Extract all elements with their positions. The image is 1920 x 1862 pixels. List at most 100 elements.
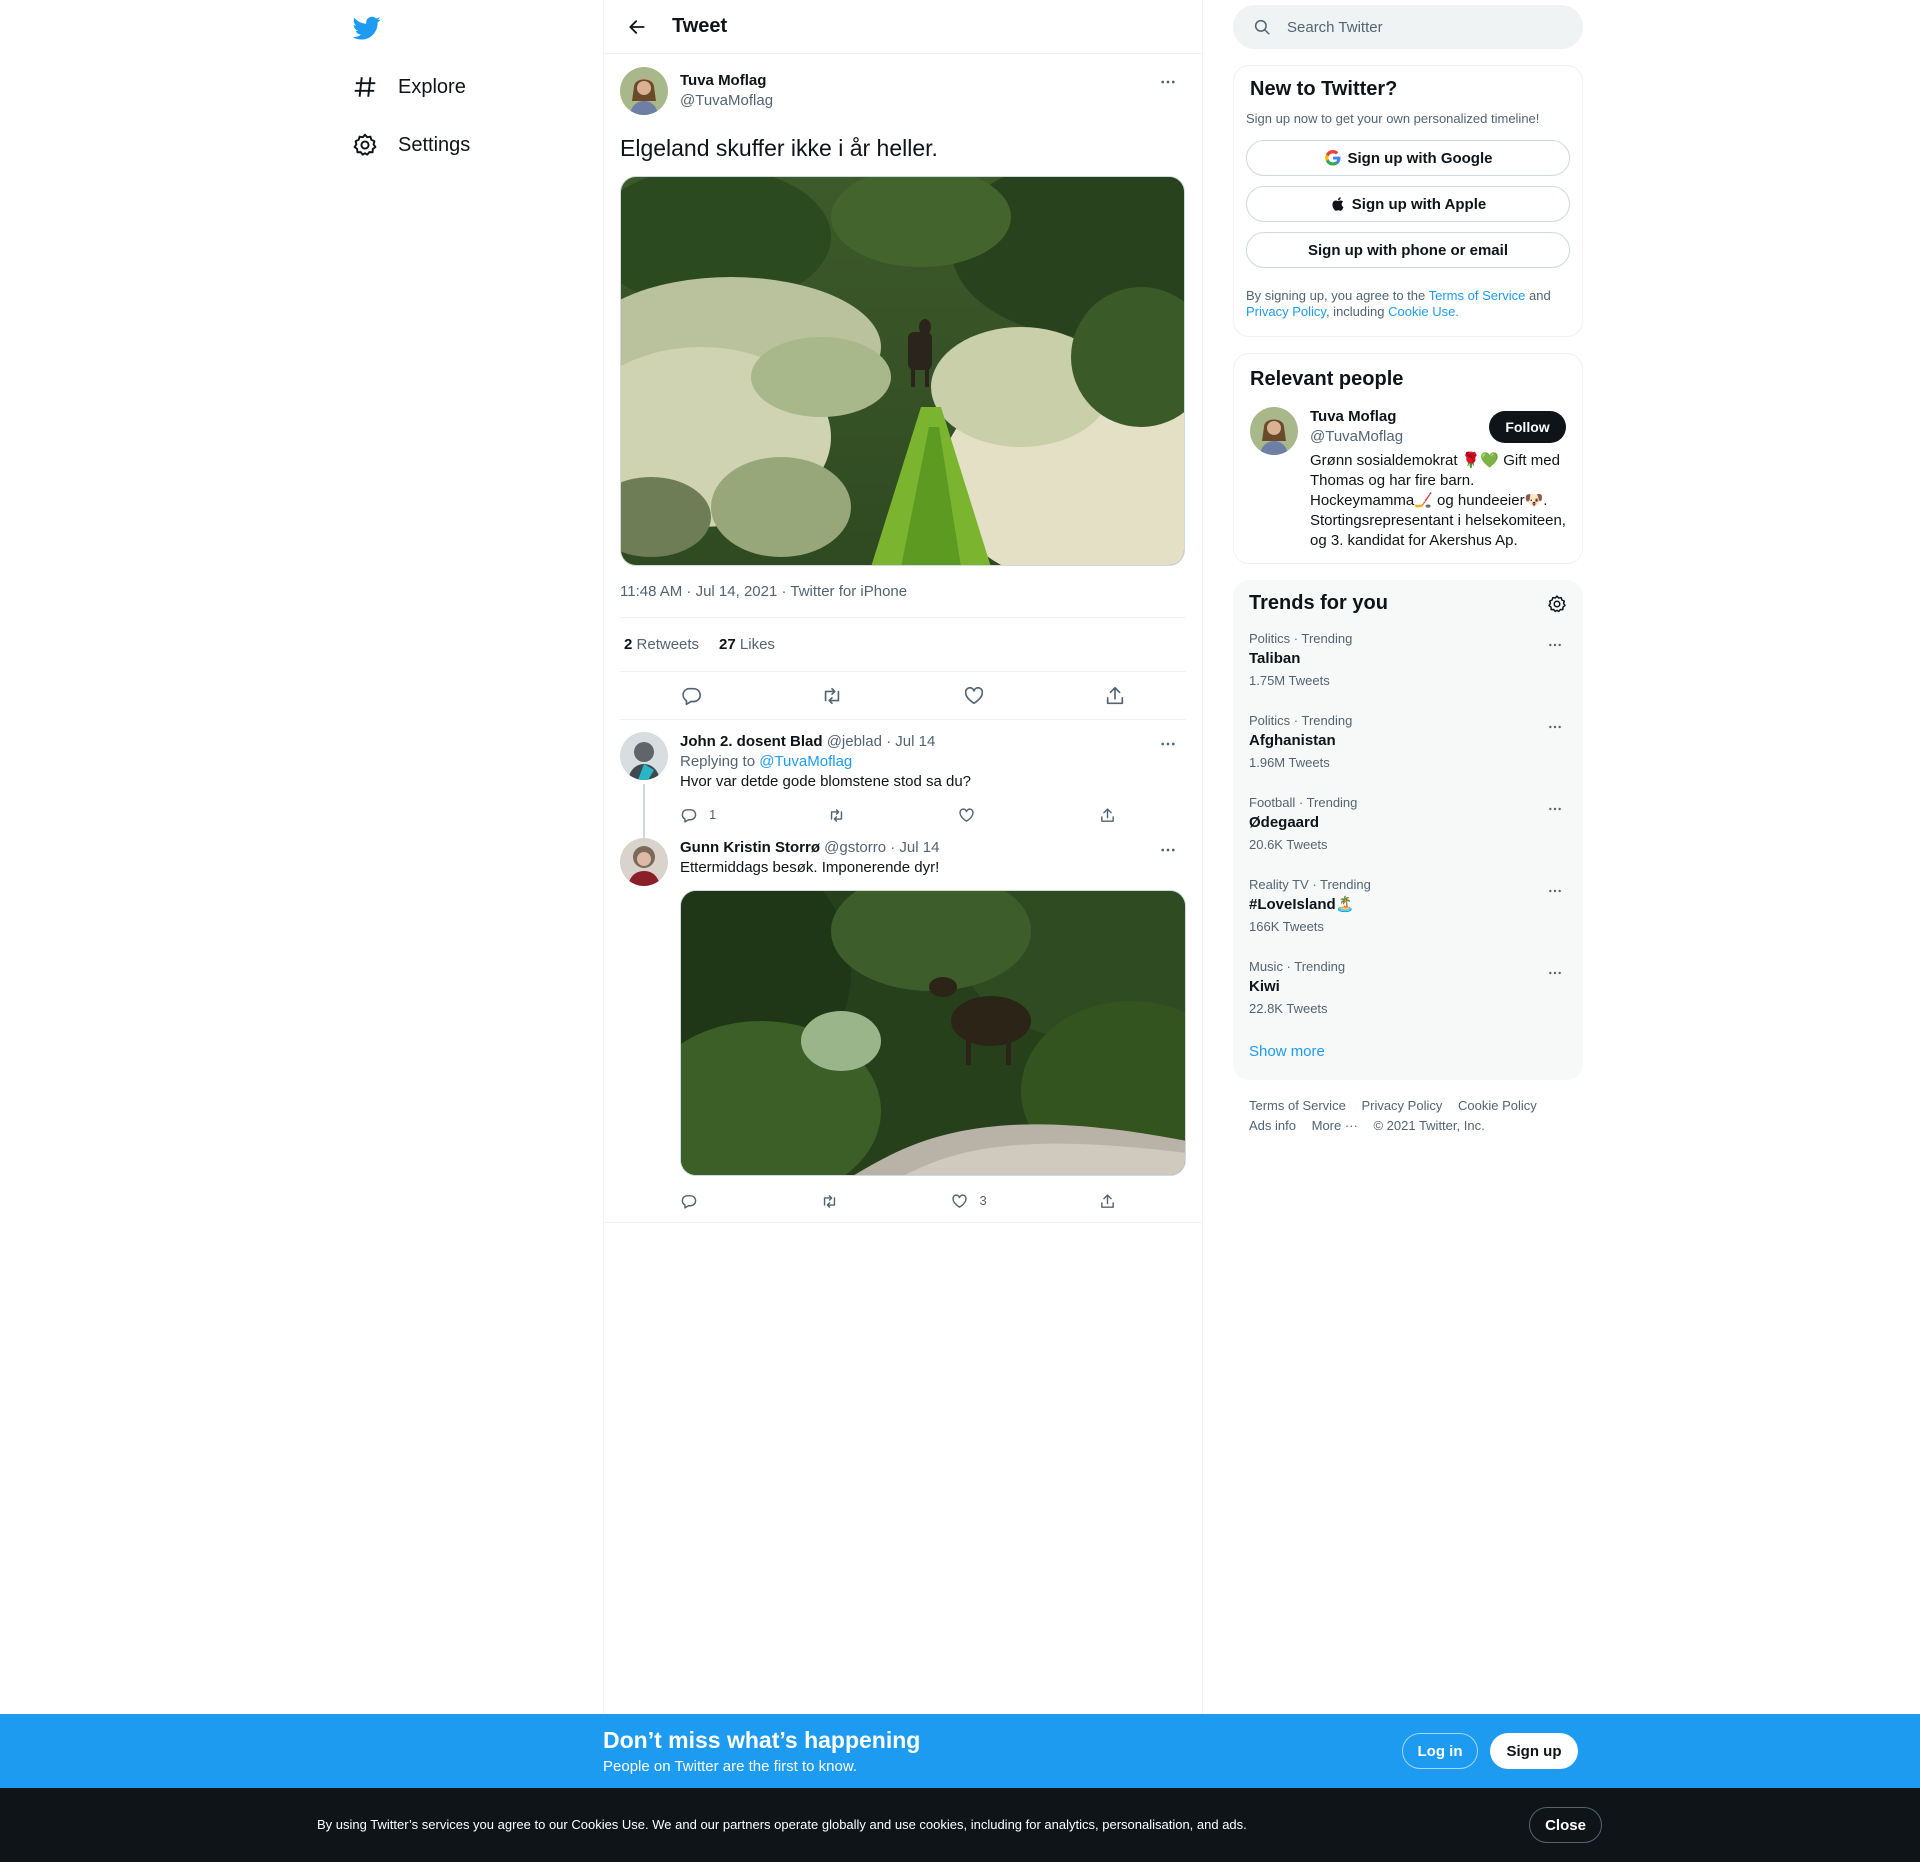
more-options-button[interactable]: [1156, 70, 1180, 94]
apple-icon: [1332, 197, 1344, 211]
trend-context: Politics · Trending: [1249, 713, 1353, 728]
footer-terms-link[interactable]: Terms of Service: [1249, 1098, 1346, 1113]
legal-including: , including: [1325, 304, 1389, 319]
reply-button[interactable]: [680, 1193, 709, 1210]
share-button[interactable]: [1099, 1193, 1116, 1210]
footer-privacy-link[interactable]: Privacy Policy: [1361, 1098, 1442, 1113]
back-button[interactable]: [620, 10, 654, 44]
signup-button[interactable]: Sign up: [1490, 1733, 1578, 1769]
like-button[interactable]: [958, 807, 987, 824]
trend-more-button[interactable]: [1543, 879, 1567, 903]
trend-context: Football · Trending: [1249, 795, 1358, 810]
trend-context: Reality TV · Trending: [1249, 877, 1371, 892]
reply-author-name[interactable]: Gunn Kristin Storrø: [680, 839, 820, 856]
search-bar[interactable]: [1233, 5, 1583, 49]
page-title: Tweet: [672, 15, 728, 37]
terms-of-service-link[interactable]: Terms of Service: [1429, 288, 1526, 303]
login-button[interactable]: Log in: [1402, 1733, 1478, 1769]
privacy-policy-link[interactable]: Privacy Policy: [1246, 304, 1326, 319]
signup-google-button[interactable]: Sign up with Google: [1246, 140, 1570, 176]
tweet-actions: [620, 672, 1186, 720]
show-more-trends-link[interactable]: Show more: [1233, 1029, 1583, 1080]
more-dots-icon: [1161, 848, 1175, 852]
trend-count: 1.75M Tweets: [1249, 673, 1330, 688]
trend-count: 166K Tweets: [1249, 919, 1324, 934]
reply-date[interactable]: · Jul 14: [886, 733, 935, 750]
trend-item[interactable]: Politics · Trending Taliban 1.75M Tweets: [1233, 619, 1583, 701]
tweet-photo-moose-in-flowers[interactable]: [620, 176, 1185, 566]
trends-title: Trends for you: [1249, 592, 1388, 614]
retweets-stat[interactable]: 2 Retweets: [624, 636, 699, 653]
reply-button[interactable]: 1: [680, 805, 716, 825]
retweet-button[interactable]: [814, 678, 850, 714]
trend-item[interactable]: Football · Trending Ødegaard 20.6K Tweet…: [1233, 783, 1583, 865]
share-button[interactable]: [1099, 807, 1116, 824]
reply-date[interactable]: · Jul 14: [890, 839, 939, 856]
heart-icon: [959, 807, 974, 822]
heart-icon: [964, 686, 983, 704]
reply-count: 1: [709, 807, 717, 822]
likes-stat[interactable]: 27 Likes: [719, 636, 775, 653]
relevant-person[interactable]: Tuva Moflag @TuvaMoflag Follow Grønn sos…: [1234, 391, 1582, 563]
nav-explore[interactable]: Explore: [352, 67, 466, 107]
retweet-button[interactable]: [828, 807, 845, 824]
reply-icon: [681, 1194, 697, 1209]
trend-more-button[interactable]: [1543, 961, 1567, 985]
more-dots-icon: [1161, 742, 1175, 746]
retweet-icon: [824, 1194, 836, 1208]
tweet-timestamp[interactable]: 11:48 AM · Jul 14, 2021 · Twitter for iP…: [620, 580, 1186, 618]
avatar[interactable]: [620, 838, 668, 886]
nav-settings[interactable]: Settings: [352, 125, 470, 165]
reply-author-name[interactable]: John 2. dosent Blad: [680, 733, 823, 750]
trend-count: 22.8K Tweets: [1249, 1001, 1328, 1016]
retweets-label: Retweets: [636, 636, 700, 653]
more-options-button[interactable]: [1156, 732, 1180, 756]
like-button[interactable]: 3: [951, 1191, 987, 1211]
retweet-button[interactable]: [821, 1193, 838, 1210]
trend-item[interactable]: Music · Trending Kiwi 22.8K Tweets: [1233, 947, 1583, 1029]
replying-to-link[interactable]: @TuvaMoflag: [759, 753, 852, 770]
author-username[interactable]: @TuvaMoflag: [680, 91, 773, 111]
footer-more-link[interactable]: More ···: [1312, 1118, 1358, 1133]
person-bio: Grønn sosialdemokrat 🌹💚 Gift med Thomas …: [1310, 452, 1566, 549]
like-button[interactable]: [956, 678, 992, 714]
trend-item[interactable]: Reality TV · Trending #LoveIsland🏝️ 166K…: [1233, 865, 1583, 947]
signup-phone-email-button[interactable]: Sign up with phone or email: [1246, 232, 1570, 268]
reply-button[interactable]: [673, 678, 709, 714]
avatar[interactable]: [620, 732, 668, 780]
reply-actions: 1: [680, 798, 1186, 832]
reply-tweet[interactable]: Gunn Kristin Storrø @gstorro · Jul 14 Et…: [604, 832, 1202, 1223]
trend-context: Politics · Trending: [1249, 631, 1353, 646]
twitter-logo-icon[interactable]: [352, 14, 382, 42]
share-icon: [1107, 686, 1124, 704]
footer-ads-info-link[interactable]: Ads info: [1249, 1118, 1296, 1133]
cookie-use-link[interactable]: Cookie Use.: [1388, 304, 1459, 319]
signup-prompt-title: Don’t miss what’s happening: [603, 1727, 921, 1753]
search-icon: [1254, 19, 1270, 35]
search-input[interactable]: [1287, 18, 1547, 36]
more-options-button[interactable]: [1156, 838, 1180, 862]
cookie-close-button[interactable]: Close: [1529, 1807, 1602, 1843]
gear-icon[interactable]: [1547, 594, 1567, 614]
reply-author-username[interactable]: @jeblad: [827, 733, 882, 750]
reply-tweet[interactable]: John 2. dosent Blad @jeblad · Jul 14 Rep…: [604, 720, 1202, 854]
signup-apple-button[interactable]: Sign up with Apple: [1246, 186, 1570, 222]
avatar[interactable]: [1250, 407, 1298, 455]
reply-author-username[interactable]: @gstorro: [824, 839, 886, 856]
trend-item[interactable]: Politics · Trending Afghanistan 1.96M Tw…: [1233, 701, 1583, 783]
footer-links: Terms of Service Privacy Policy Cookie P…: [1233, 1080, 1583, 1152]
google-icon: [1324, 149, 1340, 166]
trend-more-button[interactable]: [1543, 715, 1567, 739]
nav-settings-label: Settings: [398, 133, 471, 156]
avatar[interactable]: [620, 67, 668, 115]
trends-card: Trends for you Politics · Trending Talib…: [1233, 580, 1583, 1080]
follow-button[interactable]: Follow: [1489, 411, 1566, 443]
signup-phone-email-label: Sign up with phone or email: [1307, 241, 1508, 259]
trend-more-button[interactable]: [1543, 797, 1567, 821]
share-button[interactable]: [1097, 678, 1133, 714]
trend-more-button[interactable]: [1543, 633, 1567, 657]
footer-cookie-link[interactable]: Cookie Policy: [1458, 1098, 1537, 1113]
reply-photo-moose-on-path[interactable]: [680, 890, 1186, 1176]
author-display-name[interactable]: Tuva Moflag: [680, 71, 773, 91]
trend-count: 1.96M Tweets: [1249, 755, 1330, 770]
